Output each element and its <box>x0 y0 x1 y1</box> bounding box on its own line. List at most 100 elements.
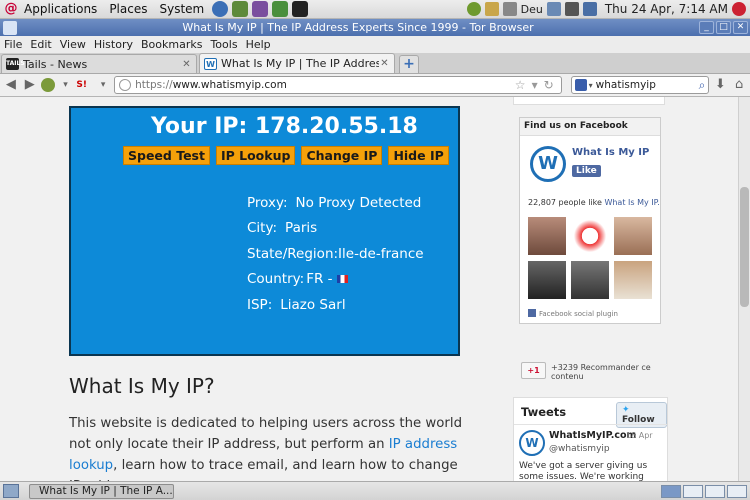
bookmark-star-icon[interactable]: ☆ <box>515 78 526 92</box>
close-tab-icon[interactable]: ✕ <box>181 59 192 70</box>
vertical-scrollbar[interactable] <box>738 97 750 481</box>
menu-bar: File Edit View History Bookmarks Tools H… <box>0 36 750 53</box>
tor-onion-icon[interactable] <box>466 2 481 16</box>
torbutton-onion-icon[interactable] <box>40 78 55 92</box>
noscript-icon[interactable]: S! <box>76 78 92 92</box>
clipboard-icon[interactable] <box>484 2 499 16</box>
scrollbar-thumb[interactable] <box>740 187 749 307</box>
fan-avatar[interactable] <box>528 217 566 255</box>
keyboard-layout[interactable]: Deu <box>521 3 543 16</box>
country-value: FR - <box>306 271 333 288</box>
web-browser-launcher-icon[interactable] <box>212 1 229 17</box>
speed-test-button[interactable]: Speed Test <box>123 146 210 165</box>
tab-whatismyip[interactable]: W What Is My IP | The IP Address E... ✕ <box>199 53 395 73</box>
fb-count-text: 22,807 people like <box>528 198 605 207</box>
ip-details: Proxy: No Proxy Detected City: Paris Sta… <box>247 190 424 318</box>
keyring-launcher-icon[interactable] <box>272 1 289 17</box>
google-plus-button[interactable]: +1 <box>521 362 546 379</box>
menu-help[interactable]: Help <box>242 38 275 51</box>
shutdown-icon[interactable] <box>732 2 746 16</box>
reload-icon[interactable]: ↻ <box>544 78 554 92</box>
menu-history[interactable]: History <box>90 38 137 51</box>
torbutton-dropdown-icon[interactable]: ▾ <box>58 77 74 93</box>
forward-arrow-icon[interactable]: ▶ <box>22 77 38 93</box>
noscript-dropdown-icon[interactable]: ▾ <box>95 77 111 93</box>
places-menu[interactable]: Places <box>103 2 153 16</box>
search-input[interactable]: whatismyip <box>596 79 699 91</box>
tweet-author-handle[interactable]: @whatismyip <box>549 444 610 454</box>
facebook-plugin-footer: Facebook social plugin <box>528 309 618 318</box>
tweet-date[interactable]: 18 Apr <box>626 431 653 440</box>
facebook-widget-header: Find us on Facebook <box>520 118 660 136</box>
close-tab-icon[interactable]: ✕ <box>379 58 390 69</box>
maximize-button[interactable]: □ <box>716 21 731 34</box>
search-box[interactable]: ▾ whatismyip ⌕ <box>570 76 710 94</box>
tweet-author-name[interactable]: WhatIsMyIP.com <box>549 430 636 441</box>
whatismyip-logo-icon[interactable]: W <box>530 146 566 182</box>
tweet-avatar-icon[interactable]: W <box>519 430 545 456</box>
url-bar[interactable]: https://www.whatismyip.com ☆ ▾ ↻ <box>114 76 562 94</box>
proxy-value: No Proxy Detected <box>295 194 422 211</box>
keyboard-icon[interactable] <box>502 2 517 16</box>
fb-count-link[interactable]: What Is My IP. <box>604 198 659 207</box>
search-engine-icon[interactable] <box>574 79 587 91</box>
change-ip-button[interactable]: Change IP <box>301 146 383 165</box>
terminal-launcher-icon[interactable] <box>292 1 309 17</box>
tab-bar: TAILS Tails - News ✕ W What Is My IP | T… <box>0 53 750 74</box>
accessibility-icon[interactable] <box>546 2 561 16</box>
workspace-1[interactable] <box>661 484 681 498</box>
close-window-button[interactable]: ✕ <box>733 21 748 34</box>
downloads-icon[interactable]: ⬇ <box>712 77 728 93</box>
tab-tails-news[interactable]: TAILS Tails - News ✕ <box>1 54 197 73</box>
workspace-3[interactable] <box>705 484 725 498</box>
applications-menu[interactable]: Applications <box>18 2 103 16</box>
home-icon[interactable]: ⌂ <box>731 77 747 93</box>
facebook-plugin-label: Facebook social plugin <box>539 310 618 318</box>
fan-avatar[interactable] <box>614 261 652 299</box>
menu-tools[interactable]: Tools <box>206 38 241 51</box>
ip-lookup-button[interactable]: IP Lookup <box>215 146 296 165</box>
search-engine-dropdown-icon[interactable]: ▾ <box>589 81 593 90</box>
url-text[interactable]: https://www.whatismyip.com <box>135 79 512 91</box>
fan-avatar[interactable] <box>614 217 652 255</box>
google-plus-count: +3239 Recommander ce contenu <box>551 363 651 381</box>
minimize-button[interactable]: _ <box>699 21 714 34</box>
whatismyip-favicon-icon: W <box>204 57 217 70</box>
facebook-widget: Find us on Facebook W What Is My IP Like… <box>519 117 661 324</box>
taskbar-window-button[interactable]: What Is My IP | The IP A... <box>29 483 174 499</box>
url-scheme: https:// <box>135 79 173 91</box>
debian-logo-icon[interactable]: @ <box>4 2 18 16</box>
menu-bookmarks[interactable]: Bookmarks <box>137 38 206 51</box>
url-dropdown-icon[interactable]: ▾ <box>532 78 538 92</box>
workspace-4[interactable] <box>727 484 747 498</box>
bottom-taskbar: What Is My IP | The IP A... <box>0 481 750 500</box>
window-menu-icon[interactable] <box>3 20 17 35</box>
menu-view[interactable]: View <box>56 38 90 51</box>
site-identity-icon[interactable] <box>119 79 132 91</box>
facebook-page-name[interactable]: What Is My IP <box>572 147 649 158</box>
region-value: Ile-de-france <box>338 245 424 262</box>
fan-avatar[interactable] <box>571 261 609 299</box>
volume-icon[interactable] <box>564 2 579 16</box>
new-tab-button[interactable]: + <box>399 55 419 73</box>
menu-edit[interactable]: Edit <box>26 38 55 51</box>
clock[interactable]: Thu 24 Apr, 7:14 AM <box>605 2 728 16</box>
fan-avatar[interactable] <box>571 217 609 255</box>
tab-label: What Is My IP | The IP Address E... <box>221 57 379 70</box>
fan-avatar[interactable] <box>528 261 566 299</box>
network-icon[interactable] <box>582 2 597 16</box>
page-viewport[interactable]: Your IP: 178.20.55.18 Speed Test IP Look… <box>0 97 750 481</box>
show-desktop-icon[interactable] <box>3 484 19 498</box>
window-title-bar[interactable]: What Is My IP | The IP Address Experts S… <box>0 19 750 36</box>
system-menu[interactable]: System <box>153 2 210 16</box>
mail-launcher-icon[interactable] <box>232 1 249 17</box>
menu-file[interactable]: File <box>0 38 26 51</box>
facebook-like-button[interactable]: Like <box>572 165 601 177</box>
workspace-2[interactable] <box>683 484 703 498</box>
pidgin-launcher-icon[interactable] <box>252 1 269 17</box>
hide-ip-button[interactable]: Hide IP <box>388 146 449 165</box>
france-flag-icon <box>336 275 348 284</box>
search-magnifier-icon[interactable]: ⌕ <box>699 78 706 93</box>
country-label: Country: <box>247 271 305 288</box>
back-arrow-icon[interactable]: ◀ <box>3 77 19 93</box>
